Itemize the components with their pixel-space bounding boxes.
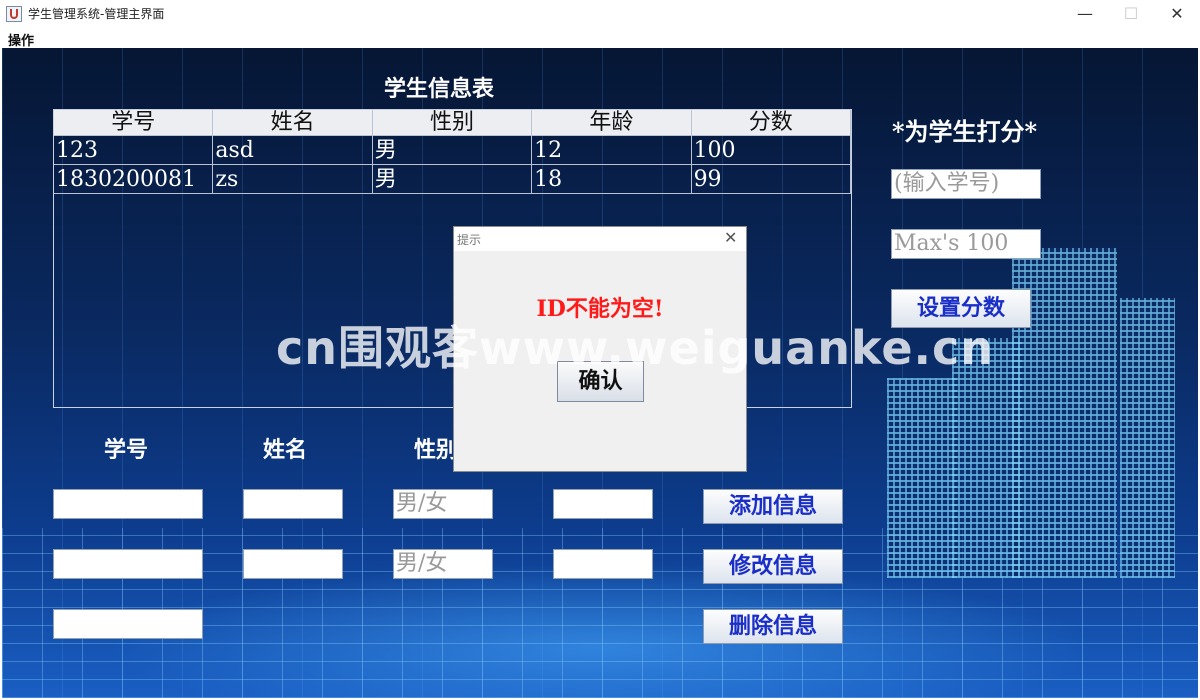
menu-operate[interactable]: 操作 — [8, 30, 34, 49]
table-row[interactable]: 1830200081 zs 男 18 99 — [54, 165, 851, 194]
table-cell[interactable]: zs — [213, 165, 373, 194]
column-header-age[interactable]: 年龄 — [532, 110, 692, 136]
java-app-icon — [6, 6, 22, 22]
table-cell[interactable]: asd — [213, 136, 373, 165]
add-id-input[interactable] — [53, 489, 203, 519]
table-header-row: 学号 姓名 性别 年龄 分数 — [54, 110, 851, 136]
delete-id-input[interactable] — [53, 609, 203, 639]
edit-info-button[interactable]: 修改信息 — [703, 549, 843, 584]
close-button[interactable]: ✕ — [1154, 0, 1200, 28]
edit-id-input[interactable] — [53, 549, 203, 579]
table-cell[interactable]: 12 — [532, 136, 692, 165]
window-title: 学生管理系统-管理主界面 — [28, 7, 165, 21]
minimize-button[interactable]: — — [1062, 0, 1108, 28]
table-title: 学生信息表 — [384, 76, 495, 102]
dialog-title: 提示 — [457, 233, 482, 247]
column-header-id[interactable]: 学号 — [54, 110, 214, 136]
delete-info-button[interactable]: 删除信息 — [703, 609, 843, 644]
table-cell[interactable]: 1830200081 — [54, 165, 214, 194]
table-row[interactable]: 123 asd 男 12 100 — [54, 136, 851, 165]
column-header-name[interactable]: 姓名 — [213, 110, 373, 136]
background-building — [1120, 298, 1175, 578]
add-age-input[interactable] — [553, 489, 653, 519]
table-cell[interactable]: 男 — [372, 136, 533, 165]
edit-name-input[interactable] — [243, 549, 343, 579]
maximize-button[interactable]: ☐ — [1108, 0, 1154, 28]
table-cell[interactable]: 男 — [372, 165, 533, 194]
add-gender-input[interactable]: 男/女 — [393, 489, 493, 519]
score-id-input[interactable]: (输入学号) — [891, 169, 1041, 199]
label-name: 姓名 — [263, 437, 308, 463]
table-cell[interactable]: 100 — [691, 136, 851, 165]
watermark: cn围观客www.weiguanke.cn — [276, 321, 995, 375]
dialog-title-bar: 提示 ✕ — [454, 227, 746, 251]
menu-bar: 操作 — [0, 28, 1200, 49]
column-header-score[interactable]: 分数 — [691, 110, 851, 136]
table-cell[interactable]: 99 — [691, 165, 851, 194]
label-gender: 性别 — [414, 437, 459, 463]
score-panel-title: *为学生打分* — [892, 117, 1038, 146]
background-building — [887, 378, 957, 578]
add-name-input[interactable] — [243, 489, 343, 519]
score-value-input[interactable]: Max's 100 — [891, 229, 1041, 259]
edit-gender-input[interactable]: 男/女 — [393, 549, 493, 579]
table-cell[interactable]: 123 — [54, 136, 214, 165]
add-info-button[interactable]: 添加信息 — [703, 489, 843, 524]
edit-age-input[interactable] — [553, 549, 653, 579]
column-header-gender[interactable]: 性别 — [372, 110, 533, 136]
dialog-close-icon[interactable]: ✕ — [724, 228, 737, 247]
title-bar: 学生管理系统-管理主界面 — ☐ ✕ — [0, 0, 1200, 28]
table-cell[interactable]: 18 — [532, 165, 692, 194]
label-student-id: 学号 — [104, 437, 149, 463]
